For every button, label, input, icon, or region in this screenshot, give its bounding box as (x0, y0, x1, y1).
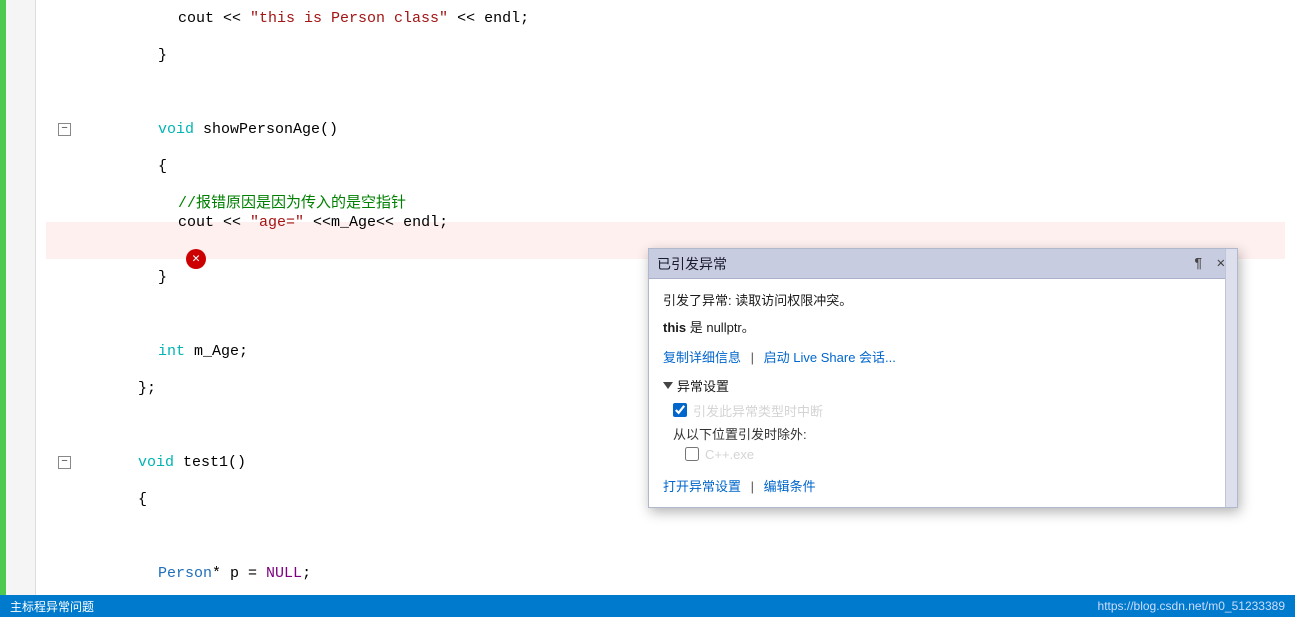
break-on-exception-row: 引发此异常类型时中断 (673, 401, 1223, 420)
link-separator: | (751, 350, 754, 365)
code-line: − void showPersonAge() (46, 111, 1285, 148)
popup-links: 复制详细信息 | 启动 Live Share 会话... (663, 347, 1223, 366)
popup-titlebar: 已引发异常 ¶ ✕ (649, 249, 1237, 279)
except-from-label: 从以下位置引发时除外: (673, 424, 1223, 443)
popup-title: 已引发异常 (657, 254, 727, 274)
bottom-separator: | (751, 479, 754, 494)
this-keyword: this (663, 320, 686, 335)
editor-area: cout << "this is Person class" << endl; … (0, 0, 1295, 617)
live-share-link[interactable]: 启动 Live Share 会话... (764, 350, 896, 365)
status-right-text: https://blog.csdn.net/m0_51233389 (1098, 599, 1285, 613)
exception-settings-header[interactable]: 异常设置 (663, 376, 1223, 395)
triangle-icon (663, 382, 673, 389)
popup-pin-button[interactable]: ¶ (1190, 254, 1206, 274)
line-gutter (6, 0, 36, 617)
exception-settings-section: 异常设置 引发此异常类型时中断 从以下位置引发时除外: C++.exe 打开异常… (663, 376, 1223, 495)
code-line: cout << "this is Person class" << endl; (46, 0, 1285, 37)
error-text-line1: 引发了异常: 读取访问权限冲突。 (663, 293, 852, 308)
edit-conditions-link[interactable]: 编辑条件 (764, 479, 816, 494)
break-on-exception-checkbox[interactable] (673, 403, 687, 417)
code-line: } (46, 37, 1285, 74)
section-title: 异常设置 (677, 376, 729, 395)
popup-controls: ¶ ✕ (1190, 253, 1229, 274)
error-text-line2: 是 nullptr。 (686, 320, 755, 335)
cpp-exe-row: C++.exe (685, 447, 1223, 462)
popup-bottom-links: 打开异常设置 | 编辑条件 (663, 470, 1223, 495)
popup-error-line1: 引发了异常: 读取访问权限冲突。 (663, 291, 1223, 312)
status-left-text: 主标程异常问题 (10, 598, 94, 615)
checkbox-label: 引发此异常类型时中断 (693, 401, 823, 420)
open-exception-settings-link[interactable]: 打开异常设置 (663, 479, 741, 494)
cpp-exe-label: C++.exe (705, 447, 754, 462)
popup-scrollbar[interactable] (1225, 249, 1237, 507)
cpp-exe-checkbox[interactable] (685, 447, 699, 461)
status-bar: 主标程异常问题 https://blog.csdn.net/m0_5123338… (0, 595, 1295, 617)
exception-popup: 已引发异常 ¶ ✕ 引发了异常: 读取访问权限冲突。 this 是 nullpt… (648, 248, 1238, 508)
copy-details-link[interactable]: 复制详细信息 (663, 350, 741, 365)
popup-error-line2: this 是 nullptr。 (663, 318, 1223, 339)
popup-body: 引发了异常: 读取访问权限冲突。 this 是 nullptr。 复制详细信息 … (649, 279, 1237, 507)
